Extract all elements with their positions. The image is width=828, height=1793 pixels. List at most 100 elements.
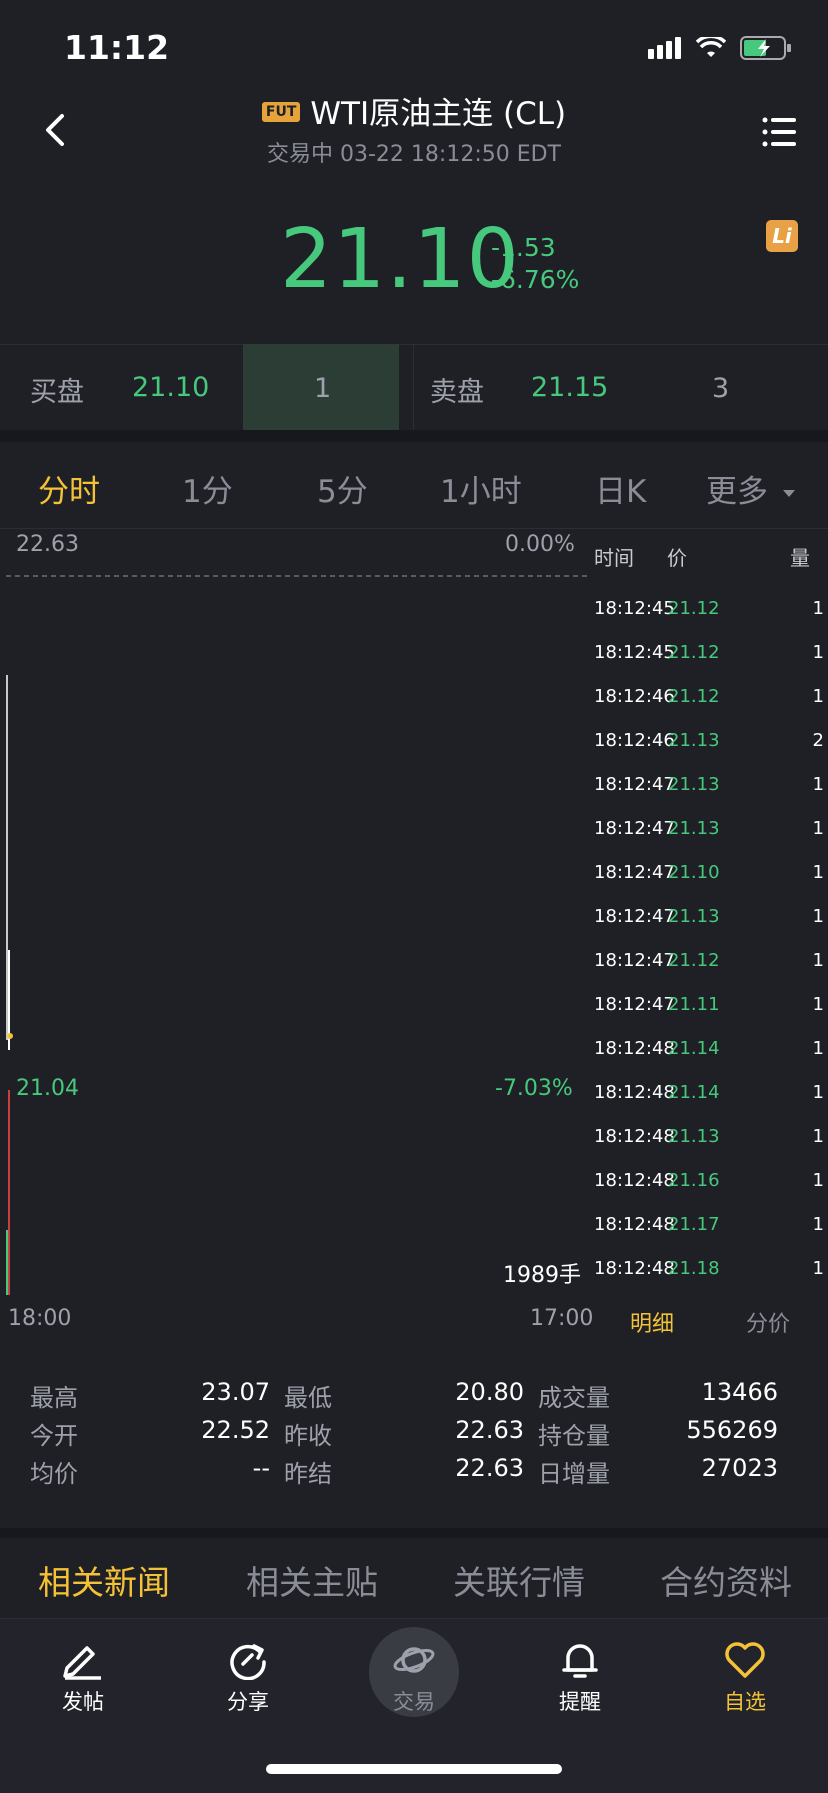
tab-related-quotes[interactable]: 关联行情 <box>453 1556 585 1604</box>
nav-post[interactable]: 发帖 <box>28 1640 138 1716</box>
trading-status: 交易中 03-22 18:12:50 EDT <box>267 142 561 167</box>
tick-time: 18:12:48 <box>594 1038 675 1059</box>
tick-row: 18:12:47 21.12 1 <box>594 950 828 994</box>
bell-icon <box>562 1644 598 1678</box>
tick-price: 21.12 <box>668 686 720 707</box>
tick-price: 21.17 <box>668 1214 720 1235</box>
tick-time: 18:12:47 <box>594 906 675 927</box>
stat-prevsettle: 22.63 <box>455 1454 524 1482</box>
tick-price: 21.13 <box>668 730 720 751</box>
tick-price: 21.13 <box>668 818 720 839</box>
tick-volume: 1 <box>812 1038 824 1059</box>
tick-time: 18:12:48 <box>594 1258 675 1279</box>
tick-price: 21.12 <box>668 598 720 619</box>
tick-volume: 2 <box>812 730 824 751</box>
tick-price: 21.11 <box>668 994 720 1015</box>
tick-volume: 1 <box>812 862 824 883</box>
nav-share[interactable]: 分享 <box>193 1640 303 1716</box>
tab-related-news[interactable]: 相关新闻 <box>38 1556 170 1604</box>
tab-daily-k[interactable]: 日K <box>595 466 646 511</box>
tick-volume: 1 <box>812 642 824 663</box>
tick-time: 18:12:47 <box>594 994 675 1015</box>
tick-row: 18:12:47 21.10 1 <box>594 862 828 906</box>
nav-share-label: 分享 <box>227 1690 269 1714</box>
li-icon[interactable]: Li <box>766 220 798 252</box>
tick-row: 18:12:47 21.13 1 <box>594 906 828 950</box>
tab-detail[interactable]: 明细 <box>630 1306 674 1338</box>
tick-volume: 1 <box>812 1126 824 1147</box>
nav-alert[interactable]: 提醒 <box>525 1640 635 1716</box>
stat-daily-inc-label: 日增量 <box>538 1460 610 1488</box>
tick-price: 21.14 <box>668 1082 720 1103</box>
ticks-header-time: 时间 <box>594 546 634 570</box>
tick-time: 18:12:47 <box>594 818 675 839</box>
contract-name: WTI原油主连 (CL) <box>310 96 567 132</box>
tick-time: 18:12:47 <box>594 862 675 883</box>
tab-intraday[interactable]: 分时 <box>38 466 100 511</box>
chart-x-start: 18:00 <box>8 1306 72 1331</box>
stat-oi-label: 持仓量 <box>538 1422 610 1450</box>
chart-low-price: 21.04 <box>16 1076 79 1101</box>
tick-row: 18:12:45 21.12 1 <box>594 598 828 642</box>
tick-row: 18:12:48 21.14 1 <box>594 1038 828 1082</box>
stat-volume: 13466 <box>701 1378 778 1406</box>
caret-down-icon <box>782 489 795 497</box>
tick-price: 21.14 <box>668 1038 720 1059</box>
tick-row: 18:12:48 21.18 1 <box>594 1258 828 1302</box>
tab-price-distribution[interactable]: 分价 <box>746 1306 790 1338</box>
stat-avg: -- <box>252 1454 270 1482</box>
stat-open-label: 今开 <box>30 1422 78 1450</box>
tick-volume: 1 <box>812 686 824 707</box>
tab-more-label: 更多 <box>706 474 768 510</box>
nav-alert-label: 提醒 <box>559 1690 601 1714</box>
tick-time: 18:12:48 <box>594 1082 675 1103</box>
tick-price: 21.16 <box>668 1170 720 1191</box>
tick-time: 18:12:47 <box>594 950 675 971</box>
chart-low-pct: -7.03% <box>495 1076 573 1101</box>
tick-volume: 1 <box>812 950 824 971</box>
battery-icon <box>740 36 791 60</box>
orderbook-divider <box>413 344 414 430</box>
status-icons <box>648 36 792 60</box>
tick-time: 18:12:46 <box>594 686 675 707</box>
tab-1hour[interactable]: 1小时 <box>440 466 522 511</box>
page-title: FUT WTI原油主连 (CL) <box>0 88 828 133</box>
tab-1min[interactable]: 1分 <box>182 466 233 511</box>
section-separator <box>0 430 828 442</box>
tick-row: 18:12:47 21.11 1 <box>594 994 828 1038</box>
share-refresh-icon <box>230 1644 266 1680</box>
home-indicator <box>266 1764 562 1774</box>
tick-volume: 1 <box>812 598 824 619</box>
tick-time: 18:12:45 <box>594 598 675 619</box>
nav-watchlist[interactable]: 自选 <box>690 1640 800 1716</box>
tab-related-posts[interactable]: 相关主贴 <box>246 1556 378 1604</box>
tick-volume: 1 <box>812 1170 824 1191</box>
tick-row: 18:12:48 21.17 1 <box>594 1214 828 1258</box>
tick-time: 18:12:46 <box>594 730 675 751</box>
tick-price: 21.18 <box>668 1258 720 1279</box>
menu-list-icon[interactable] <box>762 116 796 148</box>
tab-5min[interactable]: 5分 <box>317 466 368 511</box>
tab-contract-info[interactable]: 合约资料 <box>660 1556 792 1604</box>
heart-icon <box>725 1642 765 1678</box>
tick-price: 21.13 <box>668 774 720 795</box>
tick-volume: 1 <box>812 1258 824 1279</box>
intraday-chart[interactable] <box>0 530 590 1300</box>
signal-icon <box>648 37 681 59</box>
stat-open: 22.52 <box>201 1416 270 1444</box>
tick-row: 18:12:47 21.13 1 <box>594 818 828 862</box>
ask-price: 21.15 <box>531 372 609 403</box>
chart-top-pct: 0.00% <box>505 532 575 557</box>
tick-volume: 1 <box>812 906 824 927</box>
nav-watchlist-label: 自选 <box>724 1690 766 1714</box>
tab-more[interactable]: 更多 <box>706 466 796 511</box>
tick-price: 21.13 <box>668 1126 720 1147</box>
wifi-icon <box>696 37 726 57</box>
section-separator-2 <box>0 1528 828 1538</box>
nav-trade[interactable]: 交易 <box>359 1640 469 1716</box>
tabs-divider <box>0 528 828 529</box>
ticks-header-price: 价 <box>667 546 687 570</box>
bid-label: 买盘 <box>30 377 84 408</box>
status-time: 11:12 <box>64 28 170 67</box>
tick-time: 18:12:48 <box>594 1214 675 1235</box>
